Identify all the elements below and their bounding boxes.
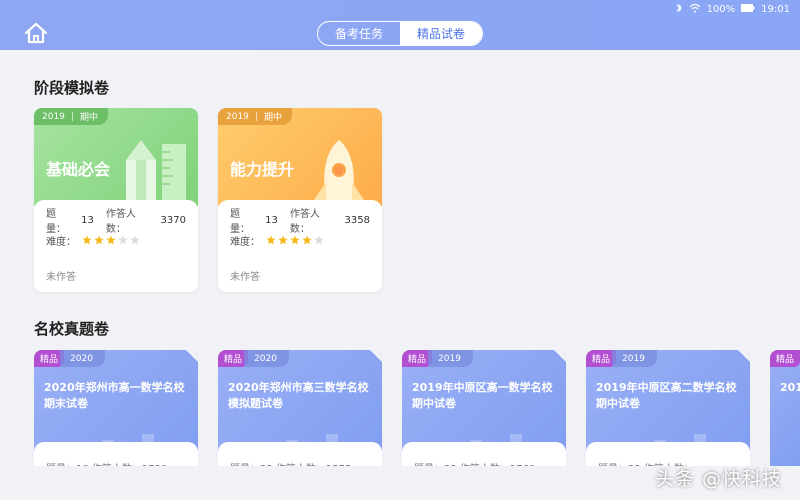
school-card-partial[interactable]: 精品 201 (770, 350, 800, 480)
star-empty-icon (118, 235, 128, 245)
section-title-mock: 阶段模拟卷 (34, 79, 110, 97)
card-year: 2020 (60, 350, 105, 367)
card-banner: 2019 | 期中 能力提升 (218, 108, 382, 206)
takers-count: 3358 (344, 214, 370, 226)
page-fold (554, 350, 566, 362)
question-count: 13 (81, 214, 94, 226)
status-bar: 100% 19:01 (675, 3, 790, 16)
watermark: 头条 @快科技 (654, 468, 782, 490)
star-filled-icon (82, 235, 92, 245)
card-body: 题量： 13 作答人数： 3370 难度： 未作答 (34, 200, 198, 292)
card-year: 2019 (428, 350, 473, 367)
battery-percent: 100% (706, 4, 736, 15)
difficulty-stars (266, 235, 324, 245)
mock-card-basic[interactable]: 2019 | 期中 基础必会 题量： 13 作答人数： 3370 难度： 未作答 (34, 108, 198, 292)
school-card[interactable]: 精品 2019 2019年中原区高二数学名校期中试卷 题量：22 作答人数： (586, 350, 750, 480)
premium-badge: 精品 (770, 350, 800, 367)
difficulty-stars (82, 235, 140, 245)
star-filled-icon (106, 235, 116, 245)
card-tag: 精品 2020 (34, 350, 105, 367)
answer-status: 未作答 (46, 272, 76, 283)
tab-switcher: 备考任务 精品试卷 (317, 21, 483, 46)
card-banner (770, 350, 800, 480)
card-title: 201 (780, 381, 800, 394)
home-icon (24, 22, 48, 44)
difficulty-label: 难度： (46, 236, 76, 248)
card-title: 2019年中原区高一数学名校期中试卷 (412, 381, 553, 410)
card-year: 2020 (244, 350, 289, 367)
question-count: 13 (265, 214, 278, 226)
card-tag: 2019 | 期中 (34, 108, 108, 125)
card-tag: 精品 2019 (402, 350, 473, 367)
wifi-icon (689, 3, 701, 16)
card-title: 基础必会 (46, 160, 111, 179)
home-button[interactable] (24, 22, 50, 44)
star-filled-icon (278, 235, 288, 245)
clock: 19:01 (761, 4, 790, 15)
card-title: 2020年郑州市高三数学名校模拟题试卷 (228, 381, 369, 410)
card-term: 期中 (79, 113, 98, 123)
card-tag: 精品 (770, 350, 800, 367)
section-title-school: 名校真题卷 (34, 320, 110, 338)
difficulty-label: 难度： (230, 236, 260, 248)
count-label: 题量： (46, 209, 66, 235)
tab-premium-papers[interactable]: 精品试卷 (400, 22, 482, 45)
pencil-ruler-icon (126, 140, 186, 208)
page-fold (738, 350, 750, 362)
page-fold (186, 350, 198, 362)
tag-divider: | (70, 111, 74, 122)
card-tag: 2019 | 期中 (218, 108, 292, 125)
star-empty-icon (314, 235, 324, 245)
card-banner: 2019 | 期中 基础必会 (34, 108, 198, 208)
bluetooth-icon (675, 3, 683, 16)
takers-label: 作答人数： (105, 209, 136, 235)
star-filled-icon (266, 235, 276, 245)
top-bar: 100% 19:01 备考任务 精品试卷 (0, 0, 800, 50)
school-card[interactable]: 精品 2020 2020年郑州市高一数学名校期末试卷 题量：18 作答人数：17… (34, 350, 198, 480)
school-card[interactable]: 精品 2020 2020年郑州市高三数学名校模拟题试卷 题量：22 作答人数：1… (218, 350, 382, 480)
star-empty-icon (130, 235, 140, 245)
page-fold (370, 350, 382, 362)
school-card[interactable]: 精品 2019 2019年中原区高一数学名校期中试卷 题量：22 作答人数：17… (402, 350, 566, 480)
count-label: 题量： (230, 209, 250, 235)
card-year: 2019 (612, 350, 657, 367)
card-title: 能力提升 (230, 160, 295, 179)
card-body: 题量： 13 作答人数： 3358 难度： 未作答 (218, 200, 382, 292)
card-title: 2020年郑州市高一数学名校期末试卷 (44, 381, 185, 410)
answer-status: 未作答 (230, 272, 260, 283)
card-tag: 精品 2019 (586, 350, 657, 367)
star-filled-icon (94, 235, 104, 245)
tag-divider: | (254, 111, 258, 122)
battery-icon (741, 4, 755, 15)
card-tag: 精品 2020 (218, 350, 289, 367)
rocket-icon (314, 140, 364, 200)
takers-count: 3370 (160, 214, 186, 226)
star-filled-icon (290, 235, 300, 245)
takers-label: 作答人数： (289, 209, 320, 235)
card-year: 2019 (226, 111, 249, 122)
card-title: 2019年中原区高二数学名校期中试卷 (596, 381, 737, 410)
star-filled-icon (302, 235, 312, 245)
card-term: 期中 (263, 113, 282, 123)
mock-card-advanced[interactable]: 2019 | 期中 能力提升 题量： 13 作答人数： 3358 难度： 未作答 (218, 108, 382, 292)
tab-study-tasks[interactable]: 备考任务 (318, 22, 400, 45)
card-year: 2019 (42, 111, 65, 122)
